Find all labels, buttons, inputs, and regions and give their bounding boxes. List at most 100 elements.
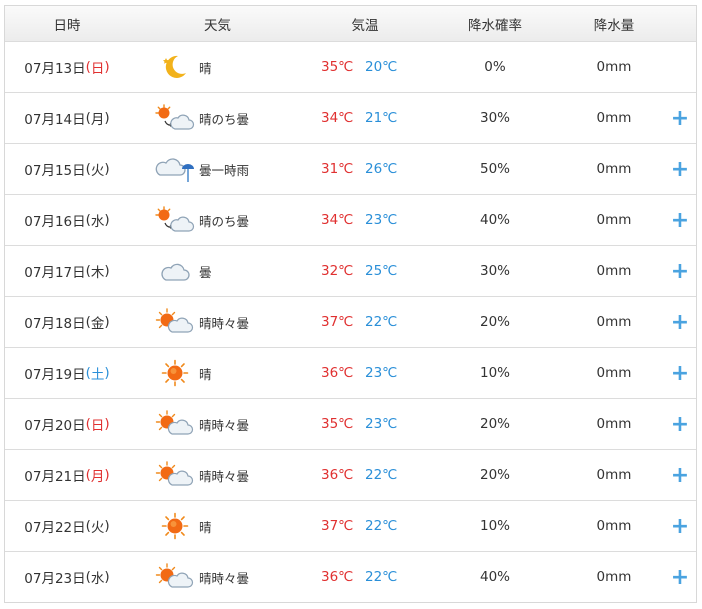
temp-high: 37℃ <box>321 518 354 534</box>
cloud-rain-icon <box>155 154 195 184</box>
date-text: 07月22日 <box>24 520 86 536</box>
temperature-cell: 32℃ 25℃ <box>295 246 435 296</box>
temperature-cell: 34℃ 21℃ <box>295 93 435 143</box>
weather-cell: 晴 <box>155 501 285 551</box>
table-row: 07月18日(金) 晴時々曇 37℃ 22℃ 20% 0mm + <box>5 296 696 347</box>
temp-high: 31℃ <box>321 161 354 177</box>
table-header: 日時 天気 気温 降水確率 降水量 <box>5 6 696 41</box>
temperature-cell: 36℃ 22℃ <box>295 450 435 500</box>
cloud-icon <box>155 256 195 286</box>
temperature-cell: 37℃ 22℃ <box>295 297 435 347</box>
expand-plus-button[interactable]: + <box>665 93 695 143</box>
expand-plus-button[interactable]: + <box>665 246 695 296</box>
header-temperature: 気温 <box>351 17 379 34</box>
temperature-cell: 35℃ 20℃ <box>295 42 435 92</box>
temp-high: 35℃ <box>321 59 354 75</box>
header-precip-amount: 降水量 <box>593 17 635 34</box>
date-cell: 07月21日(月) <box>5 450 129 500</box>
temp-low: 26℃ <box>365 161 398 177</box>
weather-label: 晴のち曇 <box>199 213 250 229</box>
expand-plus-button[interactable]: + <box>665 501 695 551</box>
temp-low: 22℃ <box>365 569 398 585</box>
temp-low: 21℃ <box>365 110 398 126</box>
table-row: 07月13日(日) 晴 35℃ 20℃ 0% 0mm <box>5 41 696 92</box>
dow-close-paren: ) <box>104 416 110 432</box>
table-row: 07月20日(日) 晴時々曇 35℃ 23℃ 20% 0mm + <box>5 398 696 449</box>
table-row: 07月23日(水) 晴時々曇 36℃ 22℃ 40% 0mm + <box>5 551 696 602</box>
precip-prob: 10% <box>479 365 510 381</box>
table-row: 07月15日(火) 曇一時雨 31℃ 26℃ 50% 0mm + <box>5 143 696 194</box>
expand-plus-button[interactable]: + <box>665 348 695 398</box>
precip-amount: 0mm <box>596 416 632 432</box>
dow-close-paren: ) <box>104 110 110 126</box>
expand-plus-button[interactable]: + <box>665 297 695 347</box>
date-cell: 07月13日(日) <box>5 42 129 92</box>
precip-prob: 50% <box>479 161 510 177</box>
temp-low: 25℃ <box>365 263 398 279</box>
precip-amount: 0mm <box>596 212 632 228</box>
precip-amount: 0mm <box>596 467 632 483</box>
date-cell: 07月19日(土) <box>5 348 129 398</box>
weather-cell: 晴 <box>155 348 285 398</box>
expand-plus-button[interactable]: + <box>665 144 695 194</box>
weather-label: 曇 <box>199 264 212 280</box>
weather-label: 晴時々曇 <box>199 315 250 331</box>
date-text: 07月18日 <box>24 316 86 332</box>
temp-high: 36℃ <box>321 467 354 483</box>
expand-plus-button[interactable]: + <box>665 450 695 500</box>
table-row: 07月19日(土) 晴 36℃ 23℃ 10% 0mm + <box>5 347 696 398</box>
precip-prob: 30% <box>479 110 510 126</box>
weather-label: 晴 <box>199 519 212 535</box>
expand-plus-button[interactable] <box>665 42 695 92</box>
expand-plus-button[interactable]: + <box>665 399 695 449</box>
date-text: 07月16日 <box>24 214 86 230</box>
dow-close-paren: ) <box>104 161 110 177</box>
sun-then-cloud-icon <box>155 103 195 133</box>
precip-amount: 0mm <box>596 263 632 279</box>
header-precip-prob: 降水確率 <box>468 17 522 34</box>
date-text: 07月20日 <box>24 418 86 434</box>
date-text: 07月17日 <box>24 265 86 281</box>
sun-cloud-icon <box>155 562 195 592</box>
expand-plus-button[interactable]: + <box>665 195 695 245</box>
dow-close-paren: ) <box>104 569 110 585</box>
table-row: 07月14日(月) 晴のち曇 34℃ 21℃ 30% 0mm + <box>5 92 696 143</box>
temp-low: 20℃ <box>365 59 398 75</box>
temp-high: 36℃ <box>321 365 354 381</box>
temperature-cell: 34℃ 23℃ <box>295 195 435 245</box>
temperature-cell: 35℃ 23℃ <box>295 399 435 449</box>
precip-amount: 0mm <box>596 314 632 330</box>
day-of-week: 水 <box>90 214 105 230</box>
day-of-week: 月 <box>90 112 105 128</box>
temp-low: 23℃ <box>365 212 398 228</box>
date-cell: 07月14日(月) <box>5 93 129 143</box>
temperature-cell: 36℃ 22℃ <box>295 552 435 602</box>
weather-label: 曇一時雨 <box>199 162 250 178</box>
header-date: 日時 <box>53 17 81 34</box>
weather-label: 晴のち曇 <box>199 111 250 127</box>
sun-icon <box>155 511 195 541</box>
date-cell: 07月17日(木) <box>5 246 129 296</box>
precip-prob: 30% <box>479 263 510 279</box>
day-of-week: 水 <box>90 571 105 587</box>
weather-cell: 晴のち曇 <box>155 93 285 143</box>
date-text: 07月14日 <box>24 112 86 128</box>
table-row: 07月21日(月) 晴時々曇 36℃ 22℃ 20% 0mm + <box>5 449 696 500</box>
expand-plus-button[interactable]: + <box>665 552 695 602</box>
sun-cloud-icon <box>155 460 195 490</box>
precip-prob: 10% <box>479 518 510 534</box>
day-of-week: 月 <box>90 469 105 485</box>
precip-prob: 20% <box>479 467 510 483</box>
precip-amount: 0mm <box>596 569 632 585</box>
temp-high: 32℃ <box>321 263 354 279</box>
precip-prob: 40% <box>479 569 510 585</box>
weather-forecast-table: 日時 天気 気温 降水確率 降水量 07月13日(日) 晴 35℃ 20℃ 0%… <box>4 5 697 603</box>
day-of-week: 日 <box>90 418 105 434</box>
date-cell: 07月16日(水) <box>5 195 129 245</box>
table-row: 07月16日(水) 晴のち曇 34℃ 23℃ 40% 0mm + <box>5 194 696 245</box>
weather-cell: 晴時々曇 <box>155 297 285 347</box>
sun-cloud-icon <box>155 307 195 337</box>
precip-prob: 20% <box>479 314 510 330</box>
table-row: 07月17日(木) 曇 32℃ 25℃ 30% 0mm + <box>5 245 696 296</box>
date-cell: 07月18日(金) <box>5 297 129 347</box>
